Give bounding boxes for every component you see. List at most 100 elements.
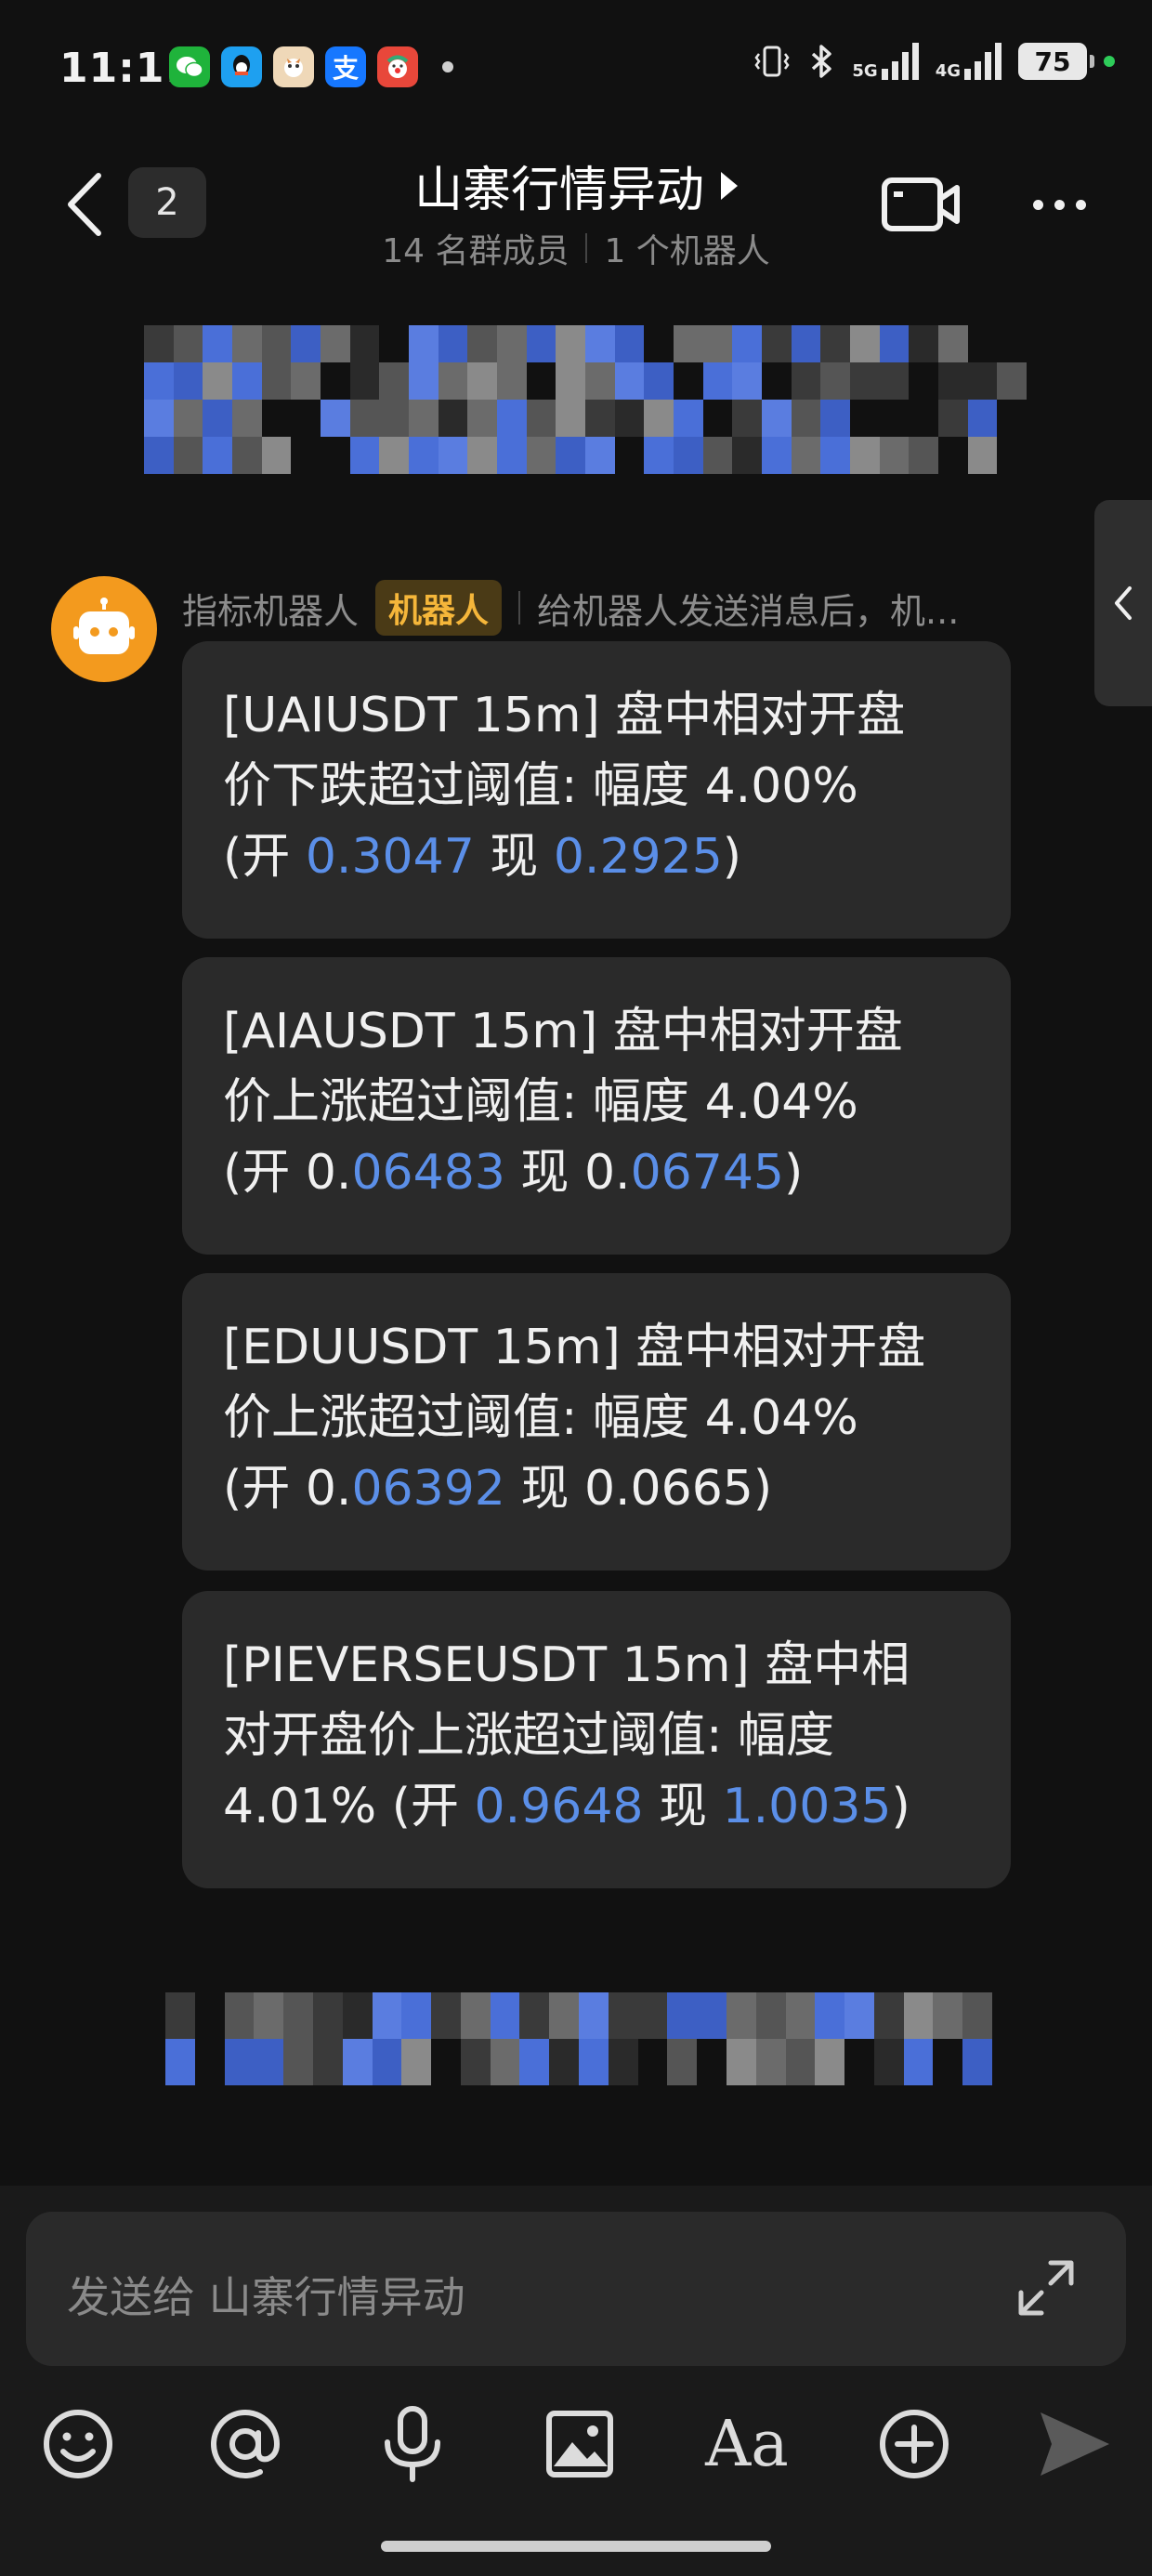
- chat-subtitle: 14 名群成员 1 个机器人: [279, 224, 873, 272]
- message-line: (开 0.06392 现 0.0665): [223, 1453, 970, 1524]
- chevron-left-icon: [68, 173, 101, 236]
- open-price-link[interactable]: 06392: [351, 1461, 504, 1517]
- more-notifications-dot: [442, 61, 453, 72]
- add-icon: [880, 2410, 949, 2478]
- sender-divider: [518, 591, 521, 624]
- message-input[interactable]: 发送给 山寨行情异动: [26, 2212, 1126, 2366]
- chevron-left-icon: [1115, 586, 1132, 620]
- sender-row: 指标机器人 机器人 给机器人发送消息后，机...: [182, 580, 959, 636]
- emoji-button[interactable]: [32, 2398, 124, 2491]
- composer-toolbar: Aa: [0, 2398, 1152, 2491]
- privacy-indicator-dot: [1104, 56, 1115, 67]
- clown-app-icon: [377, 46, 418, 87]
- message-text: ): [722, 829, 742, 885]
- expand-icon: [1018, 2260, 1074, 2316]
- subtitle-divider: [585, 233, 588, 263]
- side-drawer-handle[interactable]: [1094, 500, 1152, 706]
- message-line: [PIEVERSEUSDT 15m] 盘中相: [223, 1637, 910, 1693]
- message-text: (开: [223, 829, 306, 885]
- signal-bars-icon: [881, 43, 919, 80]
- dot: [1032, 199, 1043, 210]
- video-call-button[interactable]: [879, 167, 962, 242]
- unread-count-badge[interactable]: 2: [128, 167, 206, 238]
- vibrate-icon: [754, 46, 790, 77]
- battery-indicator: 75: [1018, 43, 1094, 80]
- current-price-link[interactable]: 1.0035: [723, 1779, 892, 1834]
- open-price-link[interactable]: 0.3047: [306, 829, 475, 885]
- current-price-link[interactable]: 0.2925: [554, 829, 723, 885]
- message-line: (开 0.3047 现 0.2925): [223, 821, 970, 892]
- message-text: ): [783, 1145, 804, 1201]
- message-line: 价下跌超过阈值: 幅度 4.00%: [223, 758, 858, 814]
- member-count: 14 名群成员: [382, 232, 569, 270]
- message-text: ): [753, 1461, 773, 1517]
- redacted-system-notice: [144, 325, 1027, 474]
- message-text: 现: [643, 1779, 723, 1834]
- alipay-icon: 支: [325, 46, 366, 87]
- message-bubble[interactable]: [PIEVERSEUSDT 15m] 盘中相 对开盘价上涨超过阈值: 幅度 4.…: [182, 1591, 1011, 1888]
- expand-input-button[interactable]: [1009, 2251, 1083, 2325]
- message-line: (开 0.06483 现 0.06745): [223, 1137, 970, 1208]
- redacted-system-notice: [165, 1992, 992, 2085]
- message-text: (开: [223, 1461, 306, 1517]
- text-format-button[interactable]: Aa: [700, 2398, 793, 2491]
- message-line: [AIAUSDT 15m] 盘中相对开盘: [223, 1004, 903, 1059]
- wechat-icon: [169, 46, 210, 87]
- notification-app-icons: 支: [169, 46, 453, 87]
- status-indicators: 5G 4G 75: [753, 43, 1115, 80]
- message-text: (开: [223, 1145, 306, 1201]
- bot-avatar[interactable]: [51, 576, 157, 682]
- message-text: 现: [504, 1145, 584, 1201]
- robot-icon: [73, 598, 135, 654]
- image-icon: [546, 2411, 613, 2477]
- message-line: [UAIUSDT 15m] 盘中相对开盘: [223, 688, 906, 743]
- message-line: 4.01% (开 0.9648 现 1.0035): [223, 1771, 970, 1842]
- qq-icon: [221, 46, 262, 87]
- image-button[interactable]: [533, 2398, 626, 2491]
- open-price-link[interactable]: 0.9648: [475, 1779, 644, 1834]
- microphone-icon: [385, 2406, 440, 2482]
- game-app-icon: [273, 46, 314, 87]
- open-price-plain: 0.: [305, 1145, 352, 1201]
- current-price-plain: 0.0665: [583, 1461, 753, 1517]
- home-indicator[interactable]: [381, 2541, 771, 2552]
- video-camera-icon: [882, 177, 960, 231]
- open-price-link[interactable]: 06483: [351, 1145, 504, 1201]
- bot-description: 给机器人发送消息后，机...: [537, 590, 960, 632]
- bluetooth-icon: [812, 45, 832, 78]
- emoji-icon: [44, 2410, 112, 2478]
- more-options-button[interactable]: [1022, 167, 1096, 242]
- send-button[interactable]: [1028, 2398, 1120, 2491]
- message-bubble[interactable]: [EDUUSDT 15m] 盘中相对开盘 价上涨超过阈值: 幅度 4.04% (…: [182, 1273, 1011, 1571]
- add-button[interactable]: [868, 2398, 961, 2491]
- message-line: 价上涨超过阈值: 幅度 4.04%: [223, 1074, 858, 1130]
- text-format-icon: Aa: [705, 2407, 789, 2481]
- chat-header: 2 山寨行情异动 14 名群成员 1 个机器人: [0, 139, 1152, 272]
- voice-button[interactable]: [366, 2398, 459, 2491]
- message-text: ): [891, 1779, 910, 1834]
- signal-5g: 5G: [852, 43, 919, 81]
- back-button[interactable]: [56, 167, 111, 242]
- message-bubble[interactable]: [AIAUSDT 15m] 盘中相对开盘 价上涨超过阈值: 幅度 4.04% (…: [182, 957, 1011, 1255]
- message-text: 4.01% (开: [223, 1779, 475, 1834]
- mention-button[interactable]: [199, 2398, 292, 2491]
- chat-title[interactable]: 山寨行情异动: [414, 151, 738, 220]
- open-price-plain: 0.: [305, 1461, 352, 1517]
- message-line: [EDUUSDT 15m] 盘中相对开盘: [223, 1320, 926, 1375]
- network-label-4g: 4G: [935, 61, 961, 81]
- message-bubble[interactable]: [UAIUSDT 15m] 盘中相对开盘 价下跌超过阈值: 幅度 4.00% (…: [182, 641, 1011, 939]
- caret-right-icon: [721, 171, 738, 200]
- network-label-5g: 5G: [852, 61, 878, 81]
- mention-icon: [211, 2410, 281, 2478]
- message-line: 价上涨超过阈值: 幅度 4.04%: [223, 1390, 858, 1446]
- current-price-plain: 0.: [583, 1145, 631, 1201]
- current-price-link[interactable]: 06745: [631, 1145, 784, 1201]
- chat-title-area[interactable]: 山寨行情异动 14 名群成员 1 个机器人: [279, 139, 873, 272]
- message-input-placeholder: 发送给 山寨行情异动: [67, 2272, 465, 2322]
- chat-title-text: 山寨行情异动: [413, 163, 704, 218]
- send-icon: [1041, 2412, 1109, 2476]
- bot-badge: 机器人: [375, 580, 503, 636]
- sender-name[interactable]: 指标机器人: [182, 583, 359, 634]
- message-text: 现: [474, 829, 554, 885]
- bot-count: 1 个机器人: [604, 232, 770, 270]
